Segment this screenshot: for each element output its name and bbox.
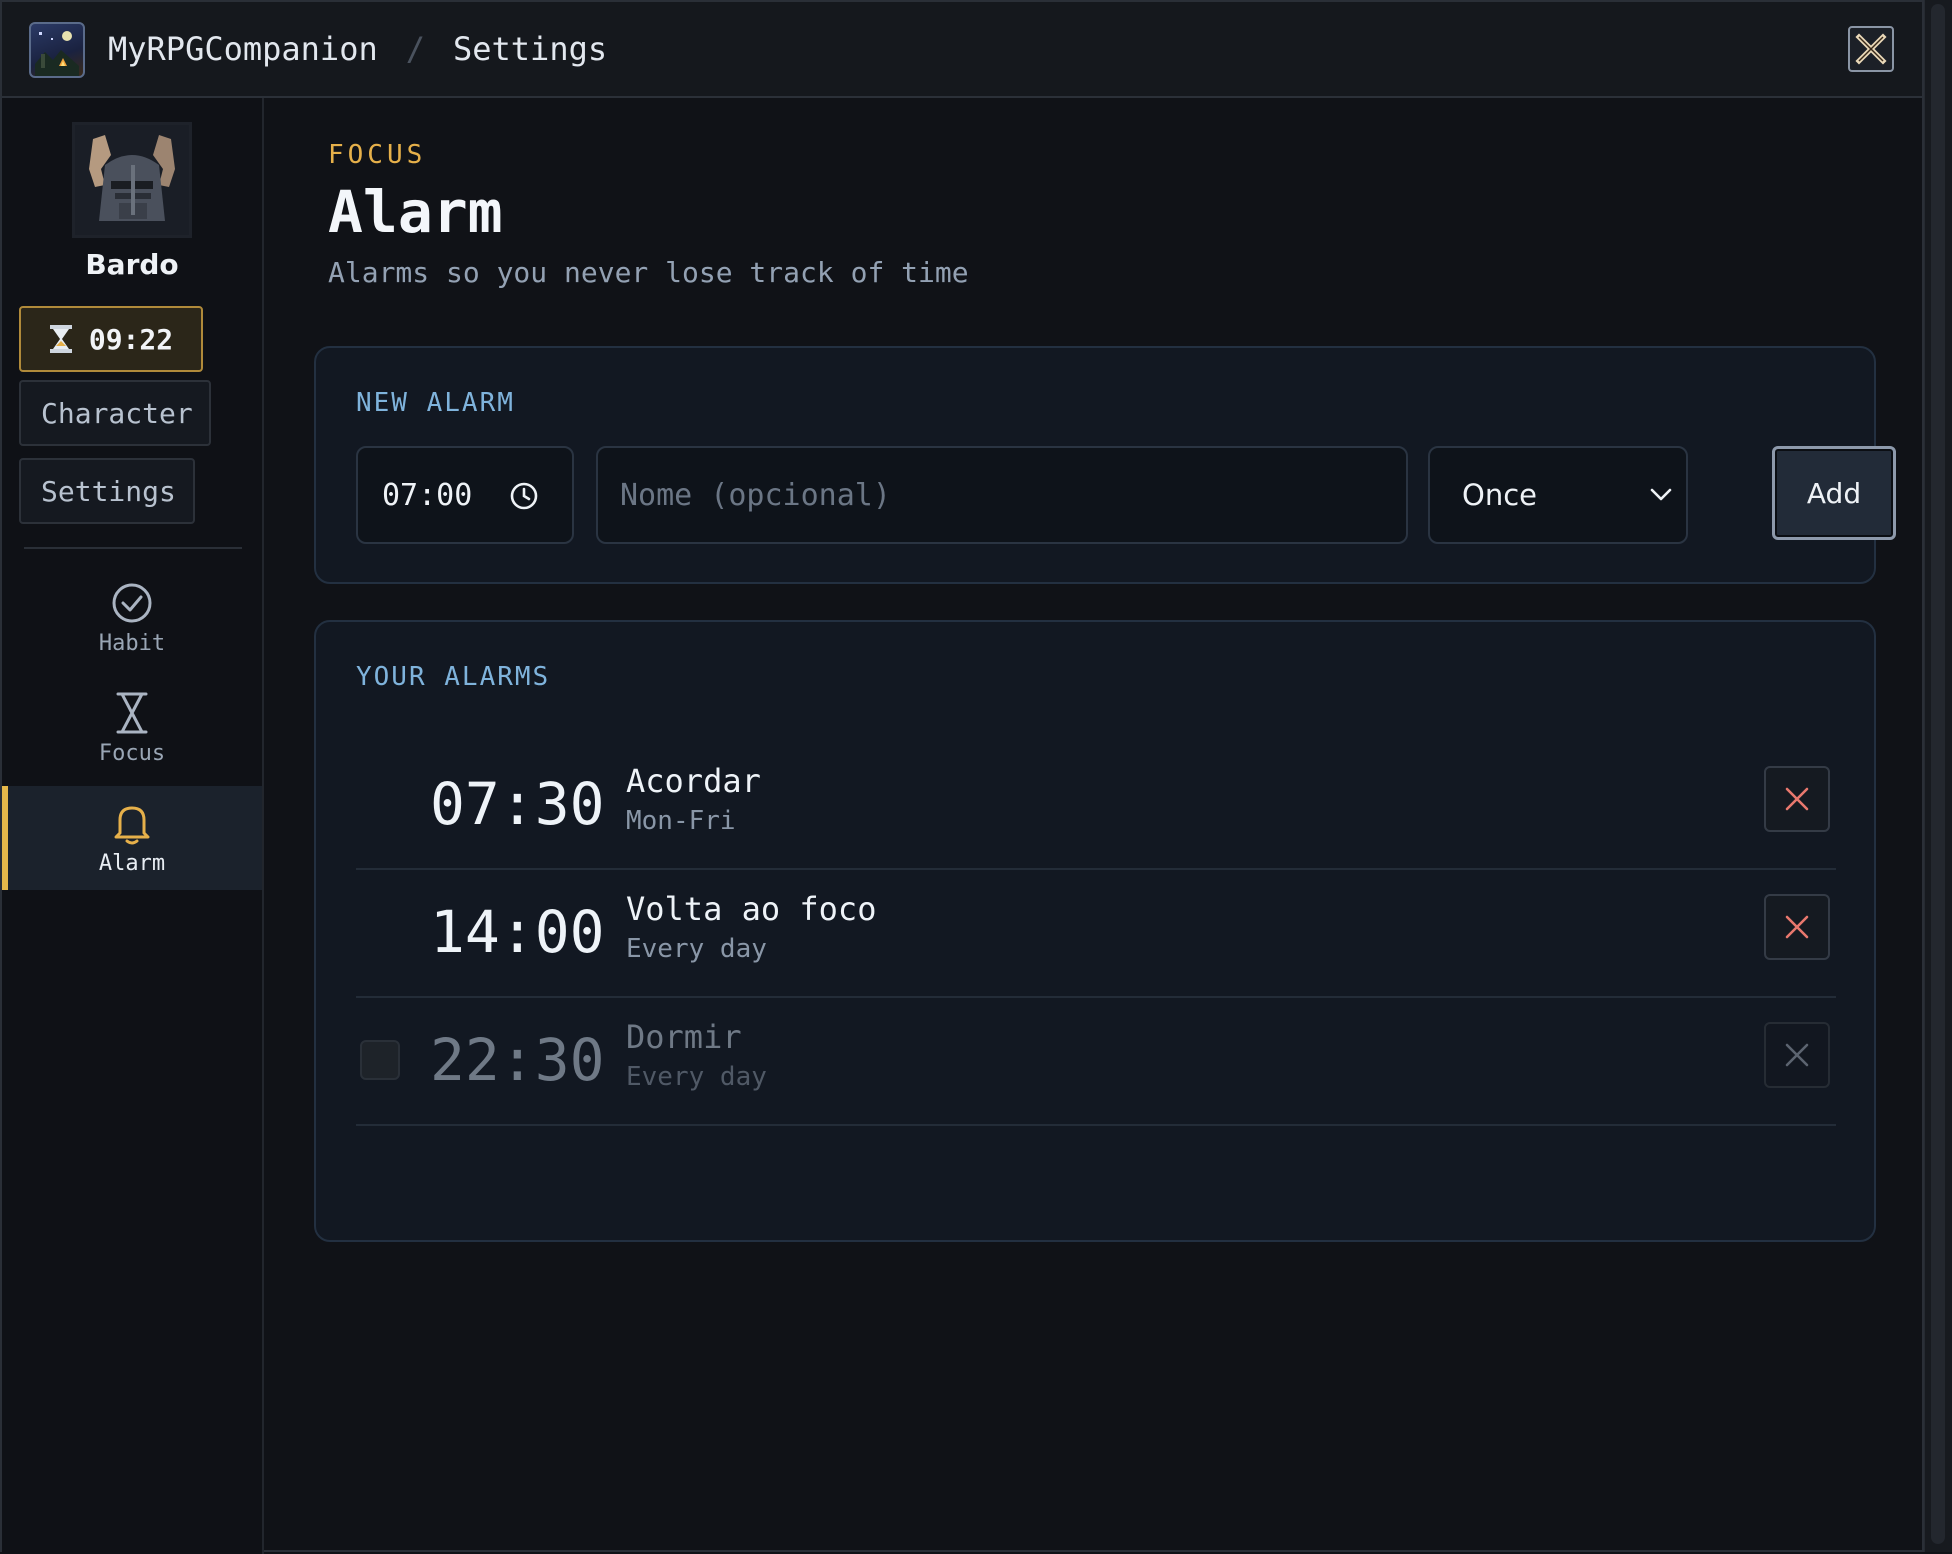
sidebar-item-focus[interactable]: Focus: [2, 676, 262, 780]
hourglass-icon: [116, 692, 148, 733]
alarm-name: Acordar: [626, 762, 761, 800]
check-circle-icon: [112, 583, 152, 622]
alarm-name: Dormir: [626, 1018, 742, 1056]
delete-alarm-button[interactable]: [1764, 1022, 1830, 1088]
new-alarm-label: NEW ALARM: [356, 388, 515, 418]
focus-timer-value: 09:22: [88, 322, 174, 356]
sidebar-item-habit[interactable]: Habit: [2, 566, 262, 670]
sidebar: Bardo 09:22 Character Settings Habit Foc…: [2, 98, 264, 1554]
sidebar-item-label: Focus: [98, 740, 166, 766]
repeat-selected-value: Once: [1462, 478, 1537, 512]
alarms-list-card: YOUR ALARMS 07:30 Acordar Mon-Fri 14:00 …: [314, 620, 1876, 1242]
clock-icon[interactable]: [508, 480, 540, 512]
sidebar-divider: [24, 547, 242, 549]
alarm-name-input[interactable]: Nome (opcional): [596, 446, 1408, 544]
sidebar-item-alarm[interactable]: Alarm: [2, 786, 262, 890]
alarm-time: 07:30: [430, 770, 605, 838]
page-subtitle: Alarms so you never lose track of time: [328, 256, 969, 289]
app-window: MyRPGCompanion / Settings Bardo 09:22 Ch…: [0, 0, 1924, 1554]
close-icon: [1785, 1043, 1809, 1067]
breadcrumb: MyRPGCompanion / Settings: [108, 30, 607, 68]
close-icon: [1785, 915, 1809, 939]
breadcrumb-current[interactable]: Settings: [453, 30, 607, 68]
settings-button[interactable]: Settings: [19, 458, 195, 524]
repeat-select[interactable]: Once: [1428, 446, 1688, 544]
alarm-name: Volta ao foco: [626, 890, 877, 928]
app-name: MyRPGCompanion: [108, 30, 378, 68]
bell-icon: [114, 806, 150, 844]
delete-alarm-button[interactable]: [1764, 894, 1830, 960]
alarm-repeat: Mon-Fri: [626, 806, 736, 836]
close-icon: [1855, 33, 1887, 65]
alarm-time-input[interactable]: 07:00: [356, 446, 574, 544]
scrollbar-thumb[interactable]: [1931, 4, 1945, 1544]
chevron-down-icon: [1650, 488, 1672, 501]
character-button[interactable]: Character: [19, 380, 211, 446]
app-logo-icon: [29, 22, 85, 78]
character-name: Bardo: [85, 248, 179, 281]
window-scrollbar[interactable]: [1924, 0, 1952, 1552]
main-content: FOCUS Alarm Alarms so you never lose tra…: [264, 98, 1924, 1554]
breadcrumb-separator: /: [405, 30, 425, 68]
add-alarm-button[interactable]: Add: [1772, 446, 1896, 540]
alarm-row[interactable]: 22:30 Dormir Every day: [356, 996, 1836, 1126]
new-alarm-card: NEW ALARM 07:00 Nome (opcional) Once Add: [314, 346, 1896, 584]
sidebar-item-label: Habit: [98, 630, 166, 656]
close-button[interactable]: [1848, 26, 1894, 72]
alarm-name-placeholder: Nome (opcional): [620, 477, 891, 513]
alarm-repeat: Every day: [626, 934, 767, 964]
page-title: Alarm: [328, 178, 503, 246]
alarm-row[interactable]: 14:00 Volta ao foco Every day: [356, 868, 1836, 998]
hourglass-icon: [49, 325, 72, 353]
sidebar-item-label: Alarm: [98, 850, 166, 876]
alarm-time: 14:00: [430, 898, 605, 966]
alarm-repeat: Every day: [626, 1062, 767, 1092]
close-icon: [1785, 787, 1809, 811]
alarm-time-value: 07:00: [382, 477, 473, 513]
title-bar: MyRPGCompanion / Settings: [2, 2, 1922, 98]
alarms-list-label: YOUR ALARMS: [356, 662, 551, 692]
alarm-enabled-checkbox[interactable]: [360, 1040, 400, 1080]
focus-timer-badge[interactable]: 09:22: [19, 306, 203, 372]
alarm-time: 22:30: [430, 1026, 605, 1094]
page-eyebrow: FOCUS: [328, 140, 427, 170]
alarm-row[interactable]: 07:30 Acordar Mon-Fri: [356, 740, 1836, 870]
character-avatar[interactable]: [72, 122, 192, 238]
delete-alarm-button[interactable]: [1764, 766, 1830, 832]
